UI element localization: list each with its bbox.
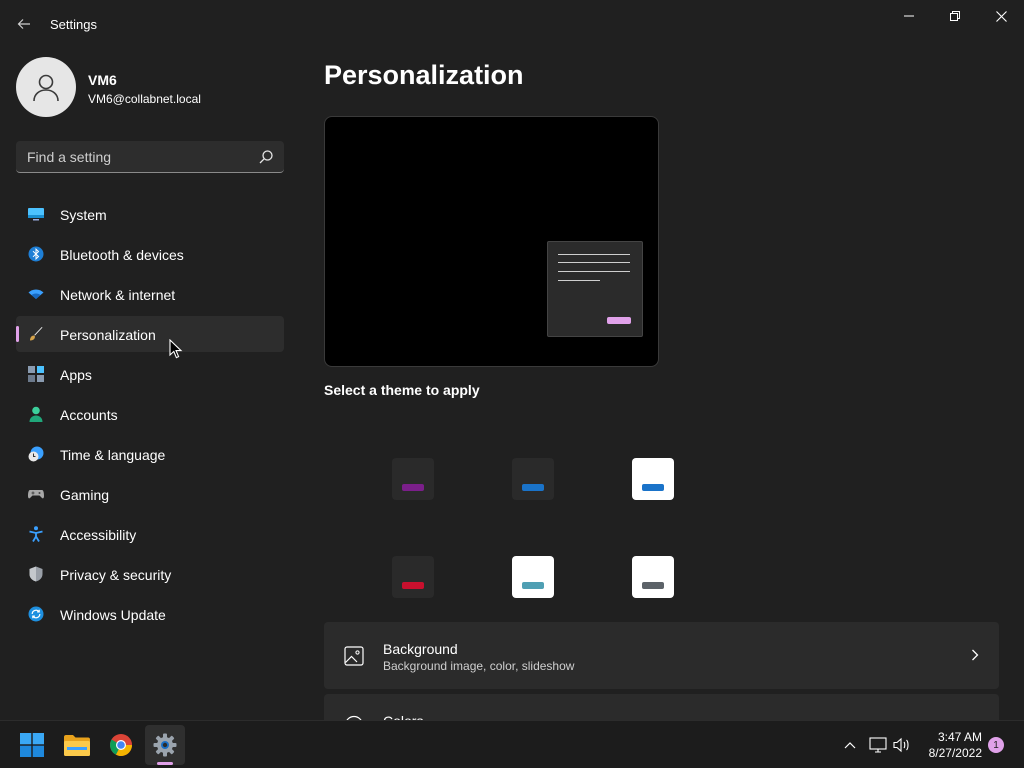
taskbar-file-explorer[interactable] (57, 725, 97, 765)
volume-tray-button[interactable] (892, 735, 912, 755)
person-icon (29, 406, 43, 422)
folder-icon (64, 735, 90, 756)
theme-accent (402, 582, 424, 589)
theme-tile[interactable] (392, 458, 434, 500)
user-email: VM6@collabnet.local (88, 92, 201, 106)
mouse-cursor-icon (169, 339, 183, 359)
restore-button[interactable] (932, 0, 978, 32)
taskbar-settings[interactable] (145, 725, 185, 765)
preview-button (607, 317, 631, 324)
network-icon (869, 737, 887, 753)
gear-icon (153, 733, 177, 757)
chevron-right-icon (972, 649, 979, 661)
apps-icon (28, 366, 44, 382)
theme-accent (642, 484, 664, 491)
sidebar-item-accessibility[interactable]: Accessibility (16, 516, 284, 552)
theme-heading: Select a theme to apply (324, 382, 480, 398)
update-icon (28, 606, 44, 622)
restore-icon (950, 11, 960, 21)
sidebar-item-privacy-security[interactable]: Privacy & security (16, 556, 284, 592)
user-icon (33, 74, 59, 102)
theme-tile[interactable] (632, 556, 674, 598)
sidebar-item-label: Apps (60, 367, 92, 383)
brush-icon (30, 327, 43, 341)
sidebar-item-accounts[interactable]: Accounts (16, 396, 284, 432)
sidebar-item-time-language[interactable]: Time & language (16, 436, 284, 472)
bluetooth-icon (28, 246, 44, 262)
sidebar-item-label: Gaming (60, 487, 110, 503)
close-button[interactable] (978, 0, 1024, 32)
theme-tile[interactable] (392, 556, 434, 598)
search-icon[interactable] (258, 149, 274, 165)
search-input[interactable] (16, 141, 252, 172)
image-icon (344, 646, 364, 666)
background-setting-card[interactable]: Background Background image, color, slid… (324, 622, 999, 689)
sidebar-item-apps[interactable]: Apps (16, 356, 284, 392)
back-arrow-icon (17, 19, 30, 29)
sidebar-item-label: Time & language (60, 447, 166, 463)
sidebar-item-system[interactable]: System (16, 196, 284, 232)
theme-accent (522, 484, 544, 491)
sidebar-item-gaming[interactable]: Gaming (16, 476, 284, 512)
windows-logo-icon (20, 733, 44, 757)
close-icon (995, 10, 1007, 22)
chrome-icon (110, 734, 132, 757)
wifi-icon (28, 289, 44, 299)
theme-accent (402, 484, 424, 491)
avatar[interactable] (16, 57, 76, 117)
page-title: Personalization (324, 60, 524, 90)
volume-icon (893, 737, 909, 753)
sidebar-item-label: Accessibility (60, 527, 137, 543)
show-hidden-icons-button[interactable] (840, 735, 860, 755)
sidebar-nav: System Bluetooth & devices Network & int… (16, 196, 284, 636)
clock-time[interactable]: 3:47 AM (912, 730, 982, 744)
theme-accent (522, 582, 544, 589)
card-subtitle: Background image, color, slideshow (383, 659, 575, 673)
sidebar-item-label: Network & internet (60, 287, 176, 303)
theme-tile[interactable] (512, 556, 554, 598)
theme-tile[interactable] (632, 458, 674, 500)
chevron-up-icon (844, 742, 856, 749)
sidebar-item-windows-update[interactable]: Windows Update (16, 596, 284, 632)
theme-tile[interactable] (512, 458, 554, 500)
sidebar-item-label: Bluetooth & devices (60, 247, 184, 263)
sidebar-item-label: Windows Update (60, 607, 166, 623)
start-button[interactable] (12, 725, 52, 765)
notification-badge[interactable]: 1 (988, 737, 1004, 753)
shield-icon (29, 566, 43, 582)
sidebar-item-label: System (60, 207, 107, 223)
back-button[interactable] (10, 12, 38, 36)
theme-accent (642, 582, 664, 589)
search-box (16, 141, 284, 173)
accessibility-icon (29, 526, 43, 542)
network-tray-button[interactable] (868, 735, 888, 755)
taskbar-chrome[interactable] (101, 725, 141, 765)
sidebar-item-personalization[interactable]: Personalization (16, 316, 284, 352)
sidebar-item-label: Personalization (60, 327, 156, 343)
clock-date[interactable]: 8/27/2022 (912, 746, 982, 760)
user-name: VM6 (88, 72, 117, 88)
title-bar: Settings (0, 0, 1024, 48)
card-title: Background (383, 641, 458, 657)
sidebar-item-bluetooth[interactable]: Bluetooth & devices (16, 236, 284, 272)
clock-globe-icon (28, 446, 44, 462)
active-app-indicator (157, 762, 173, 765)
preview-window (547, 241, 643, 337)
sidebar-item-network[interactable]: Network & internet (16, 276, 284, 312)
theme-preview (324, 116, 659, 367)
sidebar-item-label: Privacy & security (60, 567, 172, 583)
monitor-icon (28, 208, 44, 221)
app-title: Settings (50, 17, 97, 32)
sidebar-item-label: Accounts (60, 407, 118, 423)
minimize-button[interactable] (886, 0, 932, 32)
minimize-icon (904, 15, 914, 17)
taskbar: 3:47 AM 8/27/2022 1 (0, 720, 1024, 768)
gamepad-icon (28, 490, 44, 499)
